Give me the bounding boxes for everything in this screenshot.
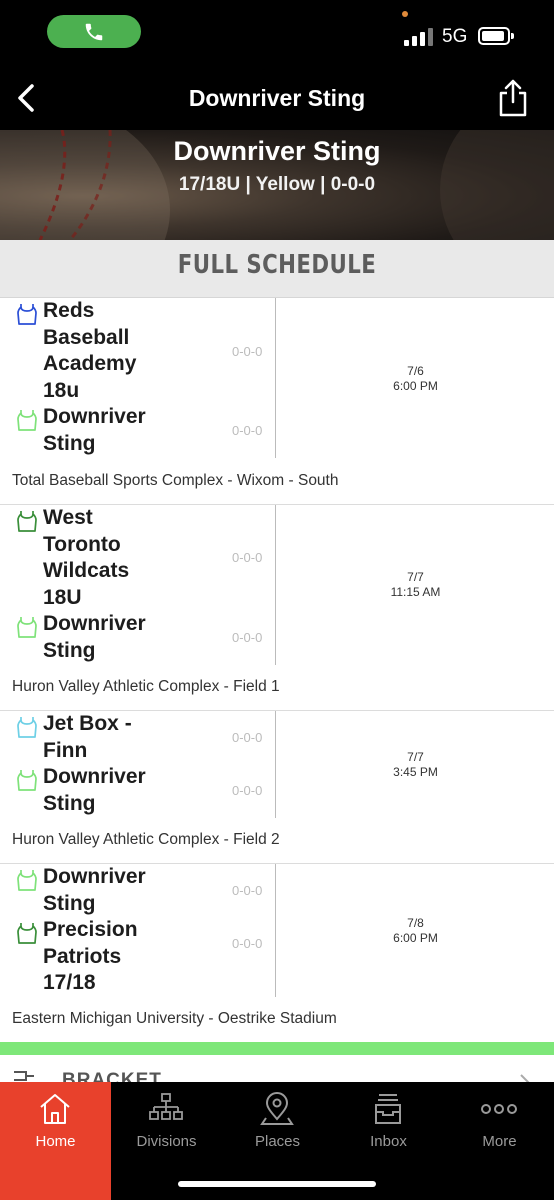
section-title: FULL SCHEDULE (177, 250, 377, 280)
nav-title: Downriver Sting (188, 85, 366, 111)
game-date: 7/7 (407, 570, 424, 584)
game-datetime: 7/6 6:00 PM (277, 364, 554, 394)
tab-label: Home (35, 1133, 76, 1150)
jersey-icon (17, 304, 37, 325)
status-bar: 5G (0, 0, 554, 68)
game-datetime: 7/7 3:45 PM (277, 750, 554, 780)
network-type: 5G (442, 26, 468, 47)
battery-icon (478, 27, 514, 45)
home-icon (40, 1094, 70, 1124)
game-card[interactable]: Reds Baseball Academy 18u 0-0-0 Downrive… (0, 298, 554, 505)
team-record: 0-0-0 (232, 883, 263, 898)
accent-divider (0, 1042, 554, 1055)
hero-team-name: Downriver Sting (173, 136, 381, 166)
team-name: Downriver Sting (43, 405, 146, 455)
game-venue[interactable]: Total Baseball Sports Complex - Wixom - … (12, 472, 338, 490)
jersey-icon (17, 617, 37, 638)
tab-label: Places (254, 1133, 301, 1150)
full-schedule-header: FULL SCHEDULE (0, 240, 554, 298)
bracket-icon (14, 1071, 34, 1081)
jersey-icon (17, 717, 37, 738)
privacy-indicator-dot (402, 11, 408, 17)
team-name: Precision Patriots 17/18 (43, 918, 138, 994)
signal-icon (404, 28, 436, 46)
team-record: 0-0-0 (232, 936, 263, 951)
game-time: 6:00 PM (393, 379, 438, 393)
tab-more[interactable]: More (444, 1082, 554, 1200)
bracket-row[interactable]: BRACKET (0, 1055, 554, 1083)
phone-icon (85, 23, 103, 40)
team-name: West Toronto Wildcats 18U (43, 506, 130, 609)
game-venue[interactable]: Huron Valley Athletic Complex - Field 2 (12, 831, 280, 849)
jersey-icon (17, 770, 37, 791)
game-datetime: 7/7 11:15 AM (277, 570, 554, 600)
game-date: 7/7 (407, 750, 424, 764)
game-card[interactable]: Downriver Sting 0-0-0 Precision Patriots… (0, 864, 554, 1042)
game-time: 6:00 PM (393, 931, 438, 945)
team-name: Reds Baseball Academy 18u (43, 299, 137, 402)
places-icon (260, 1092, 294, 1125)
game-venue[interactable]: Huron Valley Athletic Complex - Field 1 (12, 678, 280, 696)
game-time: 3:45 PM (393, 765, 438, 779)
team-record: 0-0-0 (232, 783, 263, 798)
jersey-icon (17, 923, 37, 944)
game-datetime: 7/8 6:00 PM (277, 916, 554, 946)
call-indicator[interactable] (47, 15, 141, 48)
jersey-icon (17, 870, 37, 891)
team-name: Downriver Sting (43, 765, 146, 815)
tab-home[interactable]: Home (0, 1082, 111, 1200)
team-record: 0-0-0 (232, 630, 263, 645)
tab-label: Divisions (136, 1133, 197, 1150)
team-name: Downriver Sting (43, 865, 146, 915)
share-icon[interactable] (496, 78, 530, 118)
team-name: Jet Box - Finn (43, 712, 132, 762)
jersey-icon (17, 511, 37, 532)
divisions-icon (149, 1093, 183, 1120)
team-record: 0-0-0 (232, 550, 263, 565)
team-record: 0-0-0 (232, 730, 263, 745)
more-icon (481, 1104, 517, 1114)
jersey-icon (17, 410, 37, 431)
team-record: 0-0-0 (232, 344, 263, 359)
game-venue[interactable]: Eastern Michigan University - Oestrike S… (12, 1010, 337, 1028)
nav-bar: Downriver Sting (0, 68, 554, 130)
game-card[interactable]: Jet Box - Finn 0-0-0 Downriver Sting 0-0… (0, 711, 554, 864)
game-date: 7/8 (407, 916, 424, 930)
game-date: 7/6 (407, 364, 424, 378)
game-card[interactable]: West Toronto Wildcats 18U 0-0-0 Downrive… (0, 505, 554, 711)
team-hero-banner: Downriver Sting 17/18U | Yellow | 0-0-0 (0, 130, 554, 240)
inbox-icon (375, 1094, 401, 1124)
team-name: Downriver Sting (43, 612, 146, 662)
game-time: 11:15 AM (390, 585, 441, 599)
hero-team-details: 17/18U | Yellow | 0-0-0 (178, 174, 376, 195)
tab-label: More (482, 1133, 517, 1150)
team-record: 0-0-0 (232, 423, 263, 438)
home-indicator (178, 1181, 376, 1187)
tab-label: Inbox (370, 1133, 407, 1150)
